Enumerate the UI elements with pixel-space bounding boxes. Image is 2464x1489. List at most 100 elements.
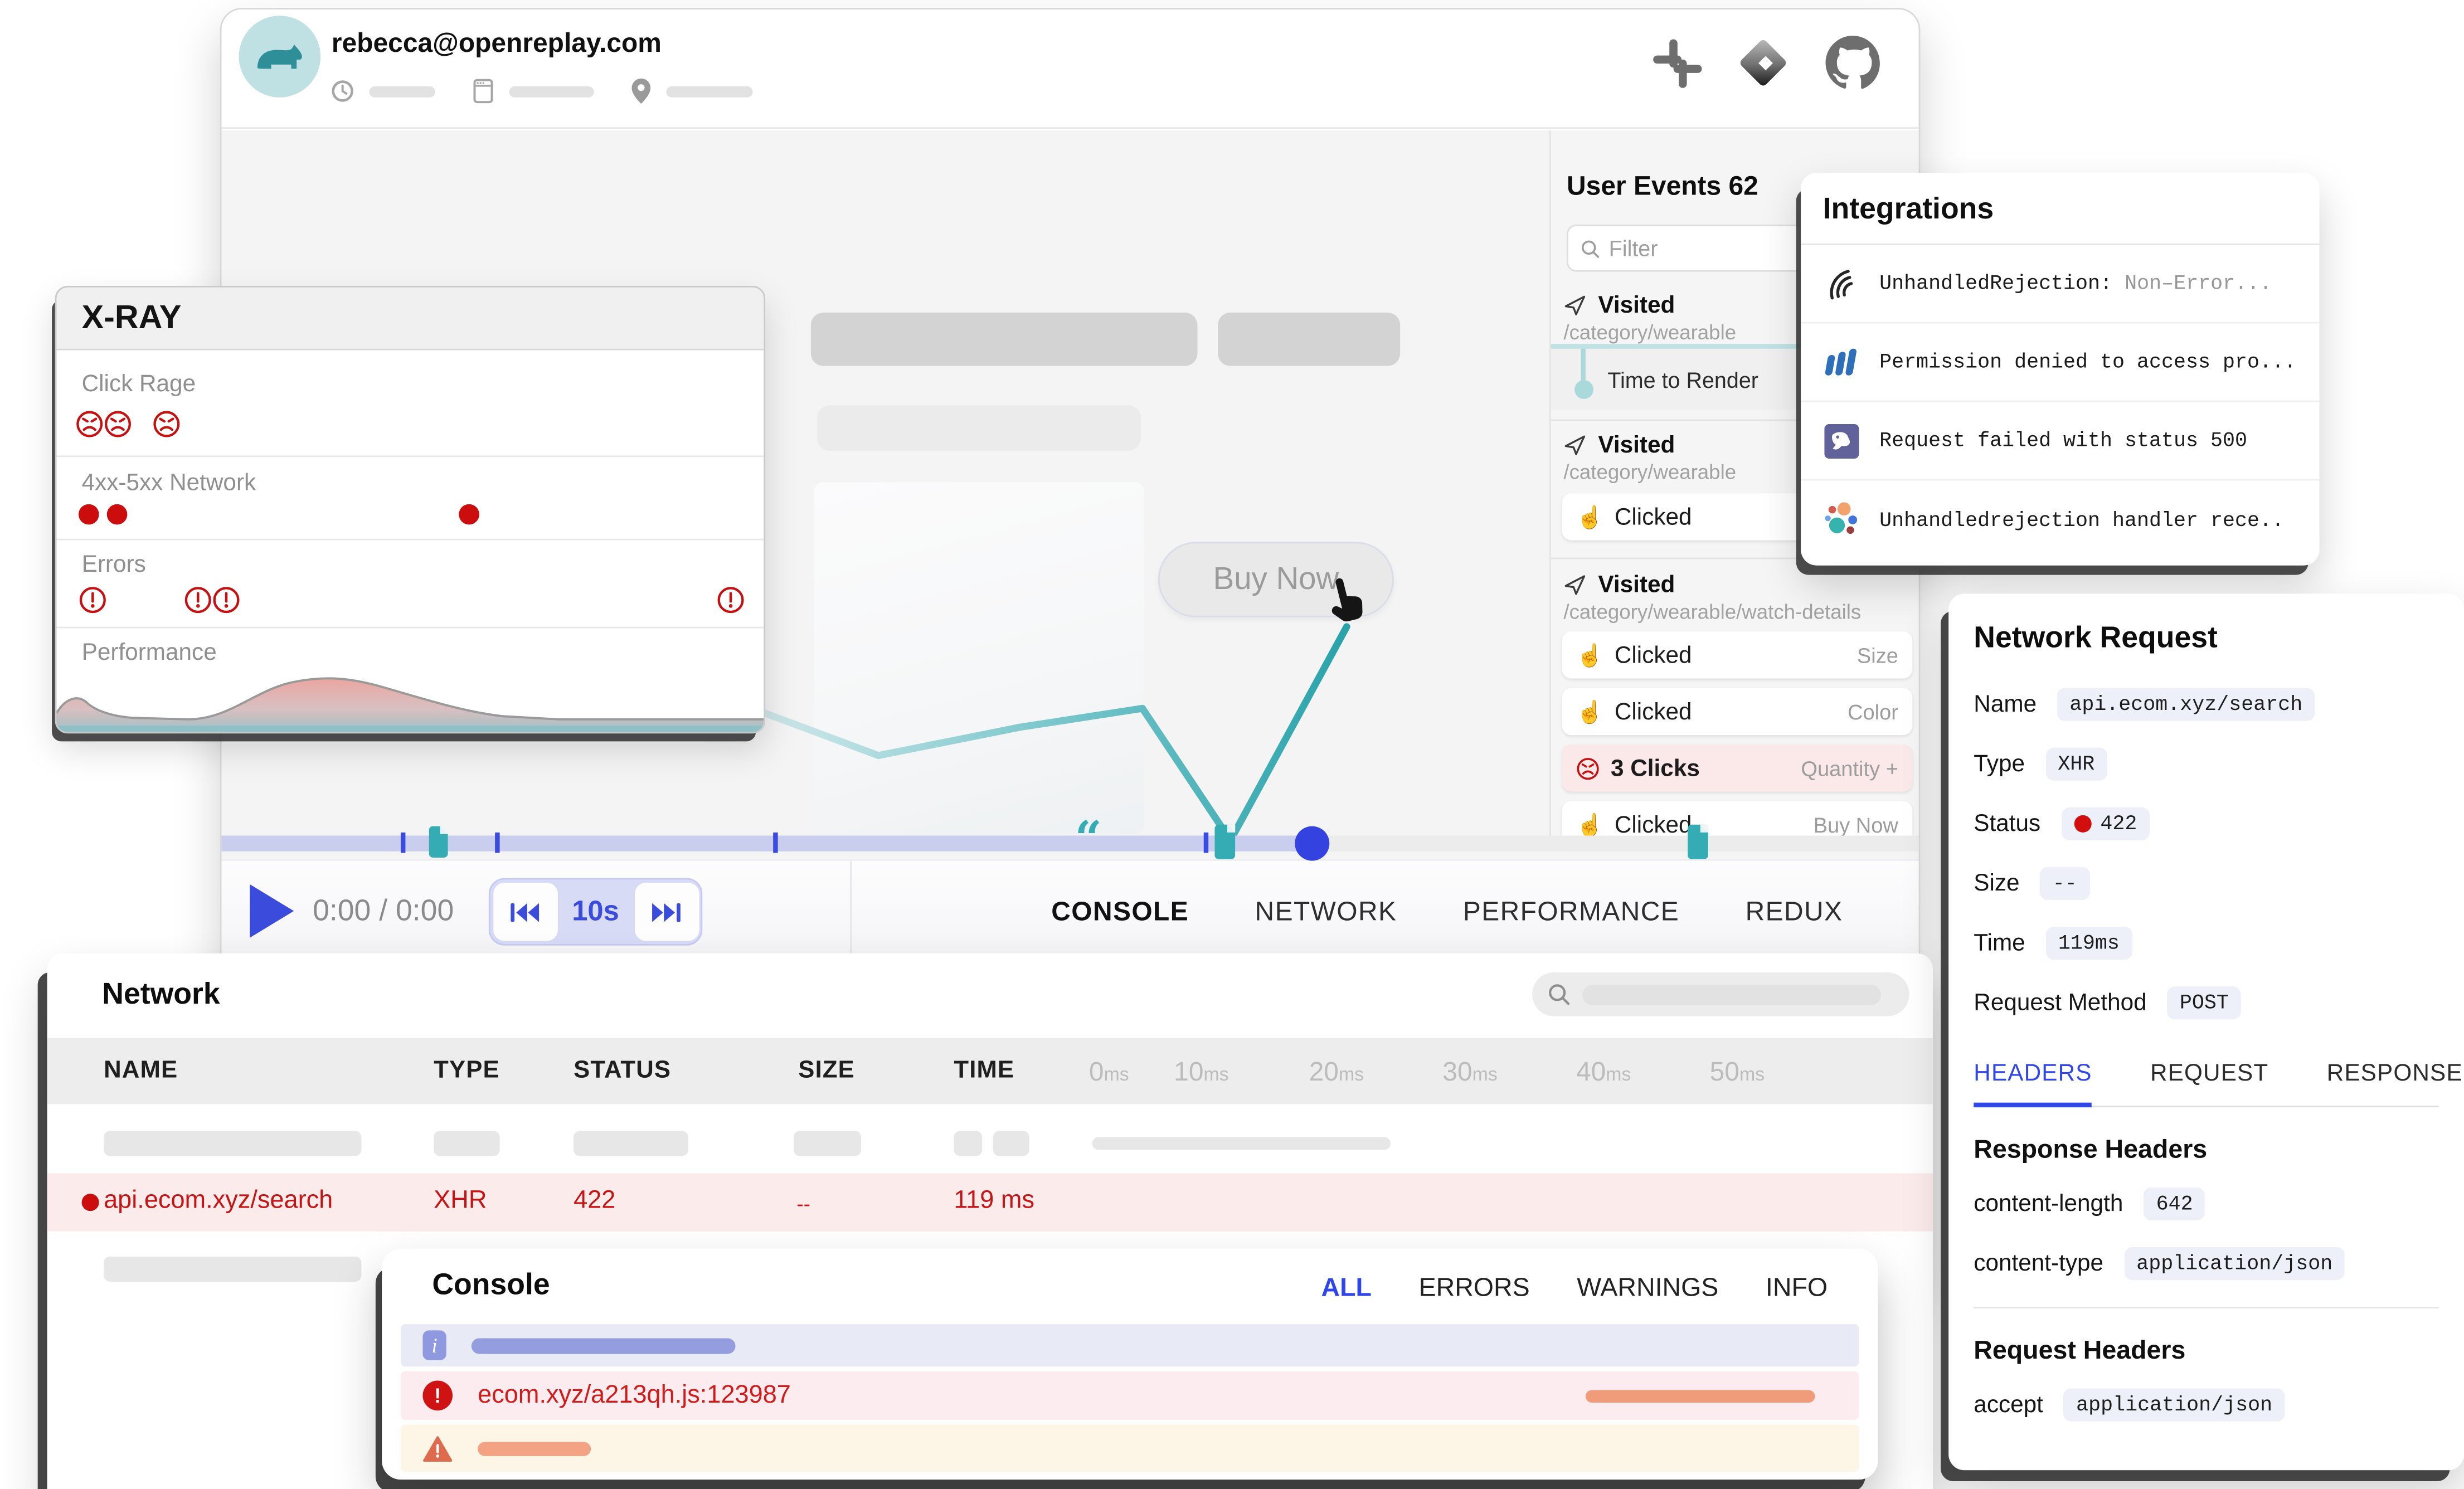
- click-hand-icon: ☝: [1576, 506, 1603, 528]
- integration-item-elastic[interactable]: Unhandledrejection handler rece..: [1801, 480, 2319, 559]
- column-time[interactable]: TIME: [954, 1057, 1014, 1086]
- skip-back-button[interactable]: [493, 883, 557, 941]
- console-warning-row[interactable]: [401, 1424, 1859, 1472]
- tab-network[interactable]: NETWORK: [1255, 897, 1397, 928]
- network-search-box[interactable]: [1532, 972, 1909, 1016]
- field-value: XHR: [2045, 748, 2107, 781]
- event-path: /category/wearable: [1563, 320, 1736, 344]
- tab-redux[interactable]: REDUX: [1746, 897, 1843, 928]
- rage-face-icon: [75, 410, 104, 439]
- user-avatar: [239, 16, 321, 98]
- console-error-row[interactable]: ! ecom.xyz/a213qh.js:123987: [401, 1371, 1859, 1420]
- tab-response[interactable]: RESPONSE: [2327, 1060, 2463, 1106]
- network-row-error[interactable]: api.ecom.xyz/search XHR 422 -- 119 ms: [47, 1173, 1933, 1231]
- header-label: accept: [1974, 1391, 2043, 1418]
- skip-interval-label[interactable]: 10s: [560, 896, 632, 928]
- integration-item-rollbar[interactable]: Permission denied to access pro...: [1801, 324, 2319, 402]
- event-visited[interactable]: Visited: [1563, 572, 1675, 598]
- header-accept: accept application/json: [1974, 1389, 2439, 1422]
- replay-timeline[interactable]: “: [222, 835, 1921, 851]
- event-clicked-card[interactable]: ☝ Clicked Color: [1562, 688, 1913, 736]
- integration-item-datadog[interactable]: Request failed with status 500: [1801, 402, 2319, 481]
- event-path: /category/wearable/watch-details: [1563, 600, 1861, 624]
- request-time: 119 ms: [954, 1188, 1034, 1216]
- skip-back-icon: [509, 901, 541, 922]
- tab-performance[interactable]: PERFORMANCE: [1463, 897, 1679, 928]
- event-target: Quantity +: [1801, 756, 1898, 780]
- error-icon: [717, 586, 745, 614]
- skip-forward-button[interactable]: [634, 883, 699, 941]
- column-type[interactable]: TYPE: [434, 1057, 500, 1086]
- column-size[interactable]: SIZE: [798, 1057, 855, 1086]
- console-title: Console: [432, 1269, 550, 1303]
- errors-label: Errors: [82, 551, 146, 578]
- play-button[interactable]: [250, 884, 294, 938]
- timeline-quote-marker[interactable]: “: [1075, 817, 1102, 864]
- tab-headers[interactable]: HEADERS: [1974, 1060, 2092, 1108]
- performance-label: Performance: [82, 639, 217, 666]
- integration-message: Request failed with status 500: [1879, 429, 2247, 452]
- integration-item-sentry[interactable]: UnhandledRejection: Non–Error...: [1801, 245, 2319, 324]
- network-row-skeleton[interactable]: [47, 1120, 1933, 1167]
- performance-area-chart: [57, 669, 764, 734]
- slack-icon[interactable]: [1653, 38, 1702, 87]
- field-label: Name: [1974, 691, 2037, 718]
- tab-info[interactable]: INFO: [1766, 1274, 1828, 1304]
- event-rage-click-card[interactable]: 3 Clicks Quantity +: [1562, 744, 1913, 792]
- tab-warnings[interactable]: WARNINGS: [1577, 1274, 1718, 1304]
- search-input-skeleton: [1582, 984, 1881, 1005]
- network-request-panel: Network Request Name api.ecom.xyz/search…: [1948, 593, 2464, 1470]
- column-name[interactable]: NAME: [104, 1057, 178, 1086]
- skip-control-group: 10s: [489, 878, 702, 946]
- meta-skeleton: [666, 86, 752, 97]
- visited-icon: [1563, 573, 1587, 597]
- event-label: Visited: [1598, 292, 1675, 319]
- xray-panel: X-RAY Click Rage 4xx-5xx Network Errors …: [55, 286, 765, 733]
- user-events-title-text: User Events: [1567, 171, 1721, 201]
- header-label: content-type: [1974, 1250, 2103, 1277]
- divider: [57, 455, 766, 457]
- event-clicked-card[interactable]: ☝ Clicked Size: [1562, 631, 1913, 679]
- jira-icon[interactable]: [1737, 36, 1790, 90]
- timeline-event-marker[interactable]: [429, 826, 448, 858]
- error-icon: !: [422, 1381, 453, 1411]
- timeline-event-marker[interactable]: [1688, 825, 1708, 859]
- integrations-panel: Integrations UnhandledRejection: Non–Err…: [1801, 173, 2319, 566]
- time-scale-label: 40ms: [1576, 1057, 1631, 1088]
- field-label: Time: [1974, 930, 2025, 957]
- request-name: api.ecom.xyz/search: [104, 1188, 333, 1216]
- timeline-tick: [401, 833, 405, 853]
- field-value: 422: [2061, 807, 2150, 840]
- github-icon[interactable]: [1824, 35, 1881, 91]
- event-visited[interactable]: Visited: [1563, 292, 1675, 319]
- visited-icon: [1563, 294, 1587, 317]
- heading-skeleton: [811, 313, 1198, 366]
- timeline-tick: [773, 833, 777, 853]
- log-skeleton: [472, 1337, 736, 1353]
- column-status[interactable]: STATUS: [574, 1057, 671, 1086]
- field-label: Type: [1974, 751, 2025, 777]
- user-events-title: User Events 62: [1567, 171, 1758, 202]
- event-label: Clicked: [1615, 811, 1692, 838]
- event-visited[interactable]: Visited: [1563, 432, 1675, 459]
- request-status: 422: [574, 1188, 615, 1216]
- event-target: Buy Now: [1814, 813, 1898, 836]
- header-value: application/json: [2124, 1247, 2345, 1280]
- session-user-email: rebecca@openreplay.com: [332, 28, 662, 60]
- location-pin-icon: [631, 79, 650, 104]
- timeline-event-marker[interactable]: [1214, 825, 1235, 859]
- status-code: 422: [2100, 812, 2137, 835]
- console-info-row[interactable]: i: [401, 1324, 1859, 1366]
- rage-face-icon: [152, 410, 181, 439]
- tab-console[interactable]: CONSOLE: [1051, 897, 1189, 928]
- error-detail-skeleton: [1586, 1389, 1815, 1402]
- tab-request[interactable]: REQUEST: [2150, 1060, 2268, 1106]
- error-icon: [184, 586, 212, 614]
- field-value: api.ecom.xyz/search: [2057, 688, 2315, 721]
- request-headers-title: Request Headers: [1974, 1337, 2439, 1367]
- timeline-playhead[interactable]: [1295, 826, 1329, 861]
- tab-all[interactable]: ALL: [1321, 1274, 1372, 1304]
- header-content-type: content-type application/json: [1974, 1247, 2439, 1280]
- tab-errors[interactable]: ERRORS: [1419, 1274, 1530, 1304]
- timeline-progress: [222, 835, 1313, 851]
